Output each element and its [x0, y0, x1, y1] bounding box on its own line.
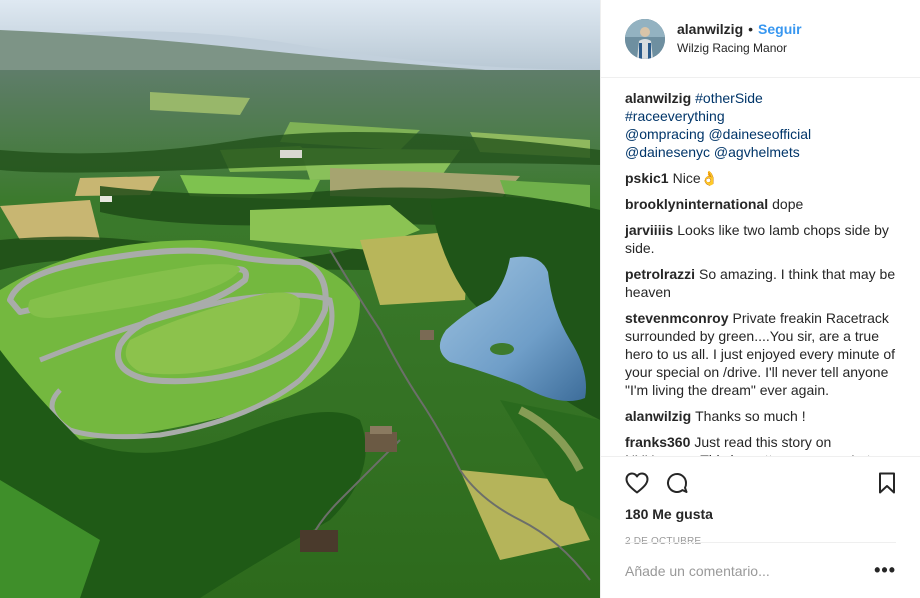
- avatar[interactable]: [625, 18, 665, 59]
- comment-icon: [667, 472, 688, 493]
- comment-text: Thanks so much !: [695, 408, 806, 424]
- comment-item: pskic1 Nice👌: [625, 169, 896, 187]
- comment-item: jarviiiis Looks like two lamb chops side …: [625, 221, 896, 257]
- caption-username[interactable]: alanwilzig: [625, 90, 691, 106]
- likes-count[interactable]: 180 Me gusta: [625, 505, 896, 523]
- location-link[interactable]: Wilzig Racing Manor: [677, 39, 802, 58]
- comment-item: alanwilzig Thanks so much !: [625, 407, 896, 425]
- comment-username[interactable]: alanwilzig: [625, 408, 691, 424]
- caption-hashtag-otherside[interactable]: #otherSide: [695, 90, 763, 106]
- header-top-row: alanwilzig • Seguir: [677, 20, 802, 39]
- post-photo[interactable]: [0, 0, 600, 598]
- comment-item: franks360Just read this story on NYUp.co…: [625, 433, 896, 456]
- post-actions: 180 Me gusta 2 DE OCTUBRE •••: [601, 456, 920, 598]
- caption: alanwilzig #otherSide #raceeverything @om…: [625, 89, 896, 161]
- comment-username[interactable]: jarviiiis: [625, 222, 673, 238]
- post-header: alanwilzig • Seguir Wilzig Racing Manor: [601, 0, 920, 78]
- caption-mentions-2[interactable]: @dainesenyc @agvhelmets: [625, 143, 896, 161]
- comment-item: petrolrazzi So amazing. I think that may …: [625, 265, 896, 301]
- avatar-image: [625, 18, 665, 59]
- comment-text: Nice👌: [672, 170, 719, 186]
- comment-text: dope: [772, 196, 804, 212]
- aerial-racetrack-image: [0, 0, 600, 598]
- heart-icon: [625, 472, 649, 494]
- save-button[interactable]: [856, 463, 896, 503]
- instagram-post: alanwilzig • Seguir Wilzig Racing Manor …: [0, 0, 920, 598]
- follow-button[interactable]: Seguir: [758, 20, 802, 39]
- comment-username[interactable]: pskic1: [625, 170, 669, 186]
- more-options-button[interactable]: •••: [874, 560, 896, 581]
- comment-username[interactable]: brooklyninternational: [625, 196, 768, 212]
- comments-list[interactable]: alanwilzig #otherSide #raceeverything @om…: [601, 78, 920, 456]
- caption-mentions-1[interactable]: @ompracing @daineseofficial: [625, 125, 896, 143]
- comment-username[interactable]: stevenmconroy: [625, 310, 728, 326]
- bookmark-icon: [879, 472, 895, 494]
- comment-username[interactable]: petrolrazzi: [625, 266, 695, 282]
- comment-item: brooklyninternational dope: [625, 195, 896, 213]
- comment-item: stevenmconroy Private freakin Racetrack s…: [625, 309, 896, 399]
- action-icons-row: [625, 463, 896, 503]
- add-comment-bar: •••: [625, 542, 896, 598]
- caption-hashtag-raceeverything[interactable]: #raceeverything: [625, 107, 896, 125]
- comment-button[interactable]: [665, 463, 705, 503]
- comment-username[interactable]: franks360: [625, 434, 690, 450]
- header-separator: •: [748, 20, 754, 37]
- header-username[interactable]: alanwilzig: [677, 20, 743, 39]
- header-text: alanwilzig • Seguir Wilzig Racing Manor: [677, 20, 802, 58]
- like-button[interactable]: [625, 463, 665, 503]
- comment-input[interactable]: [625, 562, 875, 579]
- post-side-panel: alanwilzig • Seguir Wilzig Racing Manor …: [600, 0, 920, 598]
